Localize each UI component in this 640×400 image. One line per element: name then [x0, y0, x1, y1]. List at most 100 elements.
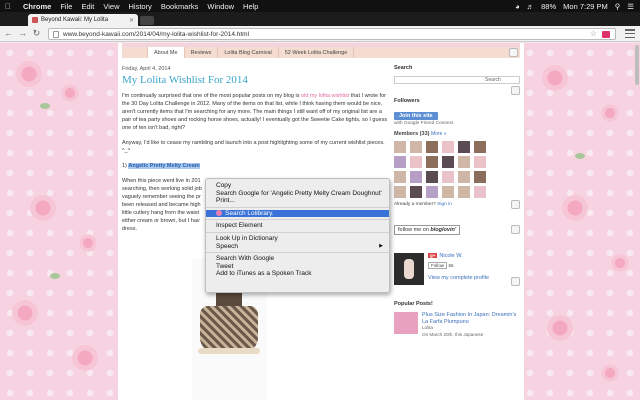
- nav-reviews[interactable]: Reviews: [185, 47, 219, 58]
- bloglovin-prefix: follow me on: [398, 227, 429, 233]
- member-avatar[interactable]: [458, 141, 470, 153]
- menu-edit[interactable]: Edit: [81, 2, 94, 11]
- back-icon[interactable]: ←: [3, 28, 14, 39]
- menu-history[interactable]: History: [129, 2, 152, 11]
- edit-wrench-icon[interactable]: [511, 277, 520, 286]
- spotlight-icon[interactable]: ⚲: [615, 2, 621, 11]
- dress-skirt: [200, 306, 258, 352]
- view-profile-link[interactable]: View my complete profile: [428, 275, 489, 281]
- ctx-speech[interactable]: Speech ▶: [206, 243, 389, 251]
- ctx-separator: [206, 231, 389, 233]
- bookmark-star-icon[interactable]: ☆: [590, 29, 597, 38]
- member-avatar[interactable]: [474, 156, 486, 168]
- member-avatar[interactable]: [442, 186, 454, 198]
- member-avatar[interactable]: [442, 141, 454, 153]
- ctx-tweet[interactable]: Tweet: [206, 263, 389, 271]
- ctx-add-to-itunes[interactable]: Add to iTunes as a Spoken Track: [206, 270, 389, 278]
- sign-in-link[interactable]: Sign in: [437, 202, 452, 207]
- profile-name-row: g+ Nicole W.: [428, 253, 489, 259]
- bloglovin-button[interactable]: follow me on bloglovin': [394, 225, 461, 235]
- nav-about-me[interactable]: About Me: [148, 47, 185, 58]
- edit-wrench-icon[interactable]: [511, 225, 520, 234]
- dress-hem: [198, 348, 260, 354]
- member-avatar[interactable]: [410, 171, 422, 183]
- ctx-look-up-dictionary[interactable]: Look Up in Dictionary: [206, 235, 389, 243]
- nav-52-week-challenge[interactable]: 52 Week Lolita Challenge: [279, 47, 355, 58]
- member-avatar[interactable]: [474, 186, 486, 198]
- notification-icon[interactable]: ☰: [627, 2, 634, 11]
- menu-window[interactable]: Window: [207, 2, 234, 11]
- menu-bookmarks[interactable]: Bookmarks: [161, 2, 199, 11]
- followers-heading: Followers: [394, 98, 420, 104]
- member-avatar[interactable]: [426, 141, 438, 153]
- member-avatar[interactable]: [410, 141, 422, 153]
- close-tab-icon[interactable]: ✕: [129, 17, 134, 24]
- member-avatar[interactable]: [458, 156, 470, 168]
- clock[interactable]: Mon 7:29 PM: [563, 2, 608, 11]
- ctx-search-with-google[interactable]: Search With Google: [206, 255, 389, 263]
- profile-name[interactable]: Nicole W.: [439, 253, 462, 259]
- sidebar-search-input[interactable]: Search: [394, 76, 520, 84]
- post-title[interactable]: My Lolita Wishlist For 2014: [122, 75, 390, 86]
- member-avatar[interactable]: [474, 171, 486, 183]
- bloglovin-brand: bloglovin': [430, 227, 457, 233]
- member-avatar[interactable]: [442, 171, 454, 183]
- member-avatar[interactable]: [474, 141, 486, 153]
- address-bar[interactable]: www.beyond-kawaii.com/2014/04/my-lolita-…: [48, 28, 616, 40]
- leaf-decoration: [575, 153, 585, 159]
- new-tab-button[interactable]: [140, 16, 154, 25]
- member-avatar[interactable]: [442, 156, 454, 168]
- ctx-copy[interactable]: Copy: [206, 182, 389, 190]
- member-avatar[interactable]: [410, 186, 422, 198]
- page-scrollbar[interactable]: [635, 45, 639, 85]
- ctx-separator: [206, 219, 389, 221]
- member-avatar[interactable]: [458, 186, 470, 198]
- ctx-inspect-element[interactable]: Inspect Element: [206, 222, 389, 230]
- old-wishlist-link[interactable]: old my lolita wishlist: [301, 93, 349, 99]
- edit-wrench-icon[interactable]: [511, 86, 520, 95]
- profile-photo[interactable]: [394, 253, 424, 285]
- reload-icon[interactable]: ↻: [31, 28, 42, 39]
- menu-view[interactable]: View: [103, 2, 119, 11]
- menu-file[interactable]: File: [60, 2, 72, 11]
- members-more-link[interactable]: More »: [431, 131, 447, 137]
- join-site-button[interactable]: Join this site: [394, 112, 438, 120]
- member-avatar[interactable]: [394, 171, 406, 183]
- gplus-follow-button[interactable]: Follow: [428, 262, 448, 269]
- extension-icon[interactable]: [602, 31, 610, 38]
- ctx-search-lolibrary[interactable]: Search Lolibrary.: [206, 209, 389, 218]
- tab-active[interactable]: Beyond Kawaii: My Lolita ✕: [28, 14, 138, 26]
- wifi-icon[interactable]: ◕: [515, 2, 520, 11]
- already-member-text: Already a member?: [394, 202, 436, 207]
- menu-help[interactable]: Help: [243, 2, 258, 11]
- profile-info: g+ Nicole W. Follow 55 View my complete p…: [428, 253, 489, 285]
- selected-item-link[interactable]: Angelic Pretty Melty Cream: [128, 163, 200, 169]
- member-avatar[interactable]: [394, 186, 406, 198]
- blog-nav: About Me Reviews Lolita Blog Carnival 52…: [122, 47, 520, 58]
- member-avatar[interactable]: [458, 171, 470, 183]
- tab-strip: Beyond Kawaii: My Lolita ✕: [0, 12, 640, 26]
- menu-app-name[interactable]: Chrome: [23, 2, 51, 11]
- edit-wrench-icon[interactable]: [509, 48, 518, 57]
- page-info-icon[interactable]: [53, 31, 59, 38]
- nav-home[interactable]: [122, 47, 148, 58]
- apple-icon[interactable]: : [5, 2, 15, 11]
- battery-percent[interactable]: 88%: [541, 2, 556, 11]
- member-avatar[interactable]: [426, 186, 438, 198]
- ctx-search-google-for[interactable]: Search Google for 'Angelic Pretty Melty …: [206, 190, 389, 198]
- popular-post-title[interactable]: Plus Size Fashion In Japan: Dreamin's La…: [422, 312, 518, 325]
- popular-post-thumbnail[interactable]: [394, 312, 418, 334]
- nav-lolita-blog-carnival[interactable]: Lolita Blog Carnival: [218, 47, 279, 58]
- member-avatar[interactable]: [410, 156, 422, 168]
- favicon-icon: [32, 17, 38, 23]
- member-avatar[interactable]: [426, 156, 438, 168]
- edit-wrench-icon[interactable]: [511, 200, 520, 209]
- ctx-print[interactable]: Print...: [206, 197, 389, 205]
- member-avatar[interactable]: [426, 171, 438, 183]
- member-avatar[interactable]: [394, 141, 406, 153]
- search-button[interactable]: Search: [485, 77, 501, 83]
- forward-icon[interactable]: →: [17, 28, 28, 39]
- chrome-menu-icon[interactable]: [625, 29, 635, 38]
- member-avatar[interactable]: [394, 156, 406, 168]
- volume-icon[interactable]: ♬: [527, 2, 535, 11]
